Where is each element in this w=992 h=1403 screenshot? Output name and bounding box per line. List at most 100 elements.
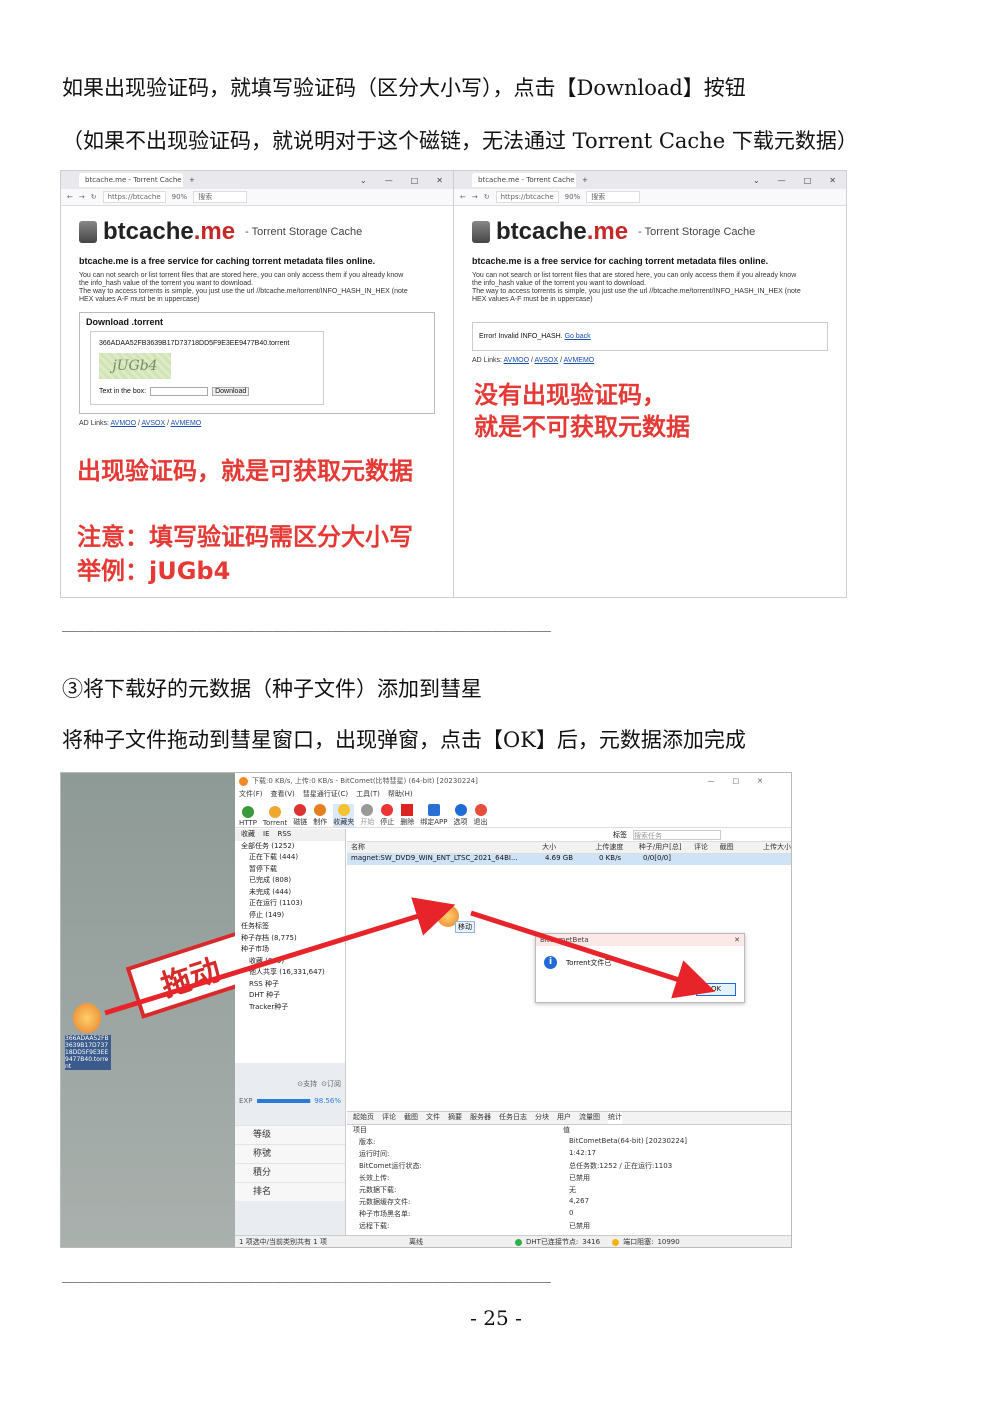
sidebar-item[interactable]: 已完成 (808) xyxy=(235,875,345,887)
col-upload-speed[interactable]: 上传速度 xyxy=(591,842,634,853)
forward-icon[interactable]: → xyxy=(472,193,478,201)
toolbar-exit[interactable]: 退出 xyxy=(474,804,488,827)
sidebar-item[interactable]: 未完成 (444) xyxy=(235,887,345,899)
col-comments[interactable]: 评论 xyxy=(690,842,716,853)
tab-pieces[interactable]: 分块 xyxy=(535,1112,549,1124)
support-link[interactable]: ⊙支持 xyxy=(297,1079,317,1089)
close-icon[interactable]: ✕ xyxy=(436,176,443,185)
url-field[interactable]: https://btcache xyxy=(102,191,166,203)
tab-servers[interactable]: 服务器 xyxy=(470,1112,491,1124)
rank-ranking[interactable]: 排名 xyxy=(235,1182,345,1201)
rank-level[interactable]: 等级 xyxy=(235,1125,345,1144)
ad-link-1[interactable]: AVMOO xyxy=(111,420,137,427)
status-offline[interactable]: 离线 xyxy=(409,1237,423,1247)
ok-button[interactable]: OK xyxy=(696,983,736,996)
sidebar-item[interactable]: Tracker种子 xyxy=(235,1002,345,1014)
reload-icon[interactable]: ↻ xyxy=(91,193,97,201)
url-field[interactable]: https://btcache xyxy=(495,191,559,203)
new-tab-icon[interactable]: + xyxy=(189,176,195,184)
sidebar-item[interactable]: 停止 (149) xyxy=(235,910,345,922)
menu-passport[interactable]: 彗星通行证(C) xyxy=(303,789,348,801)
sidebar-item[interactable]: 全部任务 (1252) xyxy=(235,841,345,853)
reload-icon[interactable]: ↻ xyxy=(484,193,490,201)
download-button[interactable]: Download xyxy=(212,387,250,396)
new-tab-icon[interactable]: + xyxy=(582,176,588,184)
back-icon[interactable]: ← xyxy=(460,193,466,201)
sidebar-item[interactable]: 暂停下载 xyxy=(235,864,345,876)
minimize-icon[interactable]: — xyxy=(385,176,393,185)
tab-files[interactable]: 文件 xyxy=(426,1112,440,1124)
sidebar-item[interactable]: 正在下载 (444) xyxy=(235,852,345,864)
task-search-input[interactable]: 搜索任务 xyxy=(633,830,721,840)
sidebar-item[interactable]: 他人共享 (16,331,647) xyxy=(235,967,345,979)
tab-peers[interactable]: 用户 xyxy=(557,1112,571,1124)
ad-link-3[interactable]: AVMEMO xyxy=(171,420,202,427)
zoom-level[interactable]: 90% xyxy=(565,193,581,201)
minimize-icon[interactable]: — xyxy=(778,176,786,185)
ad-link-2[interactable]: AVSOX xyxy=(535,357,559,364)
tab-home[interactable]: 起始页 xyxy=(353,1112,374,1124)
zoom-level[interactable]: 90% xyxy=(172,193,188,201)
search-field[interactable]: 搜索 xyxy=(586,191,641,203)
toolbar-options[interactable]: 选项 xyxy=(454,804,468,827)
sidebar-item[interactable]: RSS 种子 xyxy=(235,979,345,991)
ad-link-3[interactable]: AVMEMO xyxy=(564,357,595,364)
forward-icon[interactable]: → xyxy=(79,193,85,201)
sidebar-item[interactable]: 种子市场 xyxy=(235,944,345,956)
rank-title[interactable]: 称號 xyxy=(235,1144,345,1163)
toolbar-http[interactable]: HTTP xyxy=(239,806,257,827)
maximize-icon[interactable]: □ xyxy=(804,176,812,185)
toolbar-torrent[interactable]: Torrent xyxy=(263,806,287,827)
captcha-input[interactable] xyxy=(150,387,209,396)
window-controls[interactable]: —□✕ xyxy=(708,777,781,785)
toolbar-bind-app[interactable]: 绑定APP xyxy=(420,804,448,827)
tag-button[interactable]: 标签 xyxy=(613,830,627,840)
tab-comments[interactable]: 评论 xyxy=(382,1112,396,1124)
col-size[interactable]: 大小 xyxy=(538,842,591,853)
browser-tab[interactable]: btcache.me - Torrent Cache xyxy=(472,173,576,187)
back-icon[interactable]: ← xyxy=(67,193,73,201)
toolbar-start[interactable]: 开始 xyxy=(360,804,374,827)
rank-points[interactable]: 積分 xyxy=(235,1163,345,1182)
subscribe-link[interactable]: ⊙订阅 xyxy=(321,1079,341,1089)
col-name[interactable]: 名称 xyxy=(347,842,538,853)
menu-view[interactable]: 查看(V) xyxy=(271,789,295,801)
chevron-down-icon[interactable]: ⌄ xyxy=(360,176,367,185)
toolbar-magnet[interactable]: 磁链 xyxy=(293,804,307,827)
ad-link-2[interactable]: AVSOX xyxy=(142,420,166,427)
close-icon[interactable]: ✕ xyxy=(734,936,740,944)
col-screenshot[interactable]: 截图 xyxy=(716,842,759,853)
torrent-file-icon[interactable] xyxy=(73,1003,101,1033)
toolbar-delete[interactable]: 删除 xyxy=(400,804,414,827)
tab-ie[interactable]: IE xyxy=(263,829,270,841)
menu-help[interactable]: 帮助(H) xyxy=(388,789,413,801)
tab-screens[interactable]: 截图 xyxy=(404,1112,418,1124)
go-back-link[interactable]: Go back xyxy=(565,333,591,340)
toolbar-make[interactable]: 制作 xyxy=(313,804,327,827)
sidebar-item[interactable]: 收藏 (949) xyxy=(235,956,345,968)
status-port-val: 10990 xyxy=(657,1238,680,1246)
tab-summary[interactable]: 摘要 xyxy=(448,1112,462,1124)
ad-link-1[interactable]: AVMOO xyxy=(504,357,530,364)
menu-tools[interactable]: 工具(T) xyxy=(356,789,380,801)
table-row[interactable]: magnet:SW_DVD9_WIN_ENT_LTSC_2021_64BI...… xyxy=(347,854,791,865)
tab-stats[interactable]: 统计 xyxy=(608,1112,622,1124)
col-upload-size[interactable]: 上传大小 xyxy=(759,842,791,853)
chevron-down-icon[interactable]: ⌄ xyxy=(753,176,760,185)
maximize-icon[interactable]: □ xyxy=(411,176,419,185)
browser-tab[interactable]: btcache.me - Torrent Cache xyxy=(79,173,183,187)
sidebar-item[interactable]: DHT 种子 xyxy=(235,990,345,1002)
tab-log[interactable]: 任务日志 xyxy=(499,1112,527,1124)
tab-favorites[interactable]: 收藏 xyxy=(241,829,255,841)
toolbar-stop[interactable]: 停止 xyxy=(380,804,394,827)
tab-traffic[interactable]: 流量图 xyxy=(579,1112,600,1124)
search-field[interactable]: 搜索 xyxy=(193,191,248,203)
sidebar-item[interactable]: 正在运行 (1103) xyxy=(235,898,345,910)
close-icon[interactable]: ✕ xyxy=(829,176,836,185)
col-seeds[interactable]: 种子/用户[总] xyxy=(635,842,690,853)
toolbar-favorites[interactable]: 收藏夹 xyxy=(333,804,355,827)
sidebar-item[interactable]: 种子存档 (8,775) xyxy=(235,933,345,945)
sidebar-item[interactable]: 任务标签 xyxy=(235,921,345,933)
menu-file[interactable]: 文件(F) xyxy=(239,789,263,801)
tab-rss[interactable]: RSS xyxy=(278,829,292,841)
